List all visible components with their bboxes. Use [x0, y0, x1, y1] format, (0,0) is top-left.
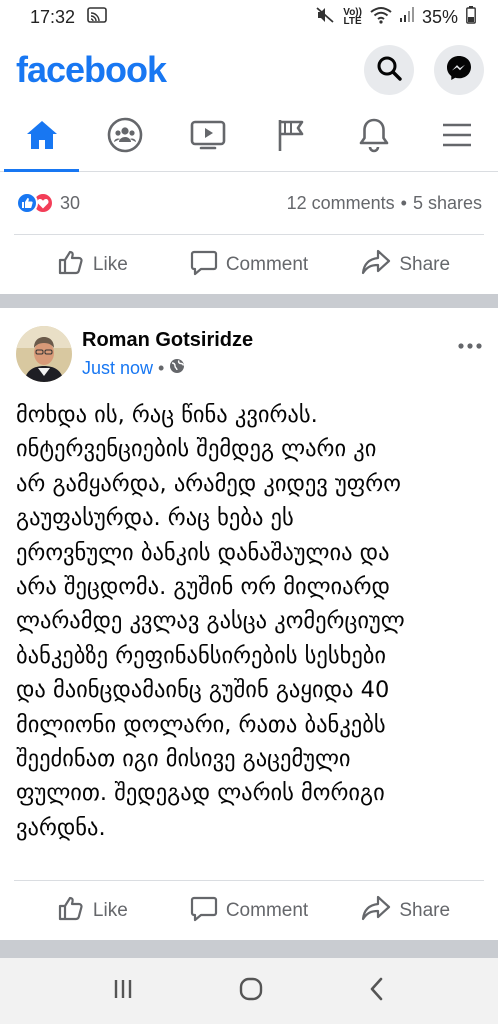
signal-icon [399, 6, 414, 28]
more-dots-icon [458, 329, 482, 354]
main-nav [0, 104, 498, 172]
home-icon [25, 119, 59, 156]
reactions-summary: 30 12 comments • 5 shares [0, 178, 498, 228]
feed-divider [0, 294, 498, 308]
share-label: Share [399, 253, 451, 275]
flag-icon [276, 118, 306, 157]
like-button[interactable]: Like [14, 248, 171, 282]
recents-icon [111, 979, 135, 1005]
search-button[interactable] [364, 45, 414, 95]
share-icon [361, 248, 391, 282]
battery-icon [466, 5, 476, 29]
post-action-bar: Like Comment Share [14, 880, 484, 940]
facebook-logo[interactable]: facebook [16, 49, 167, 91]
prev-post-action-bar: Like Comment Share [14, 234, 484, 294]
feed-divider [0, 940, 498, 958]
video-icon [190, 119, 226, 156]
tab-menu[interactable] [415, 104, 498, 171]
like-label: Like [92, 899, 128, 921]
comment-button[interactable]: Comment [171, 894, 328, 928]
like-button[interactable]: Like [14, 894, 171, 928]
messenger-button[interactable] [434, 45, 484, 95]
comment-icon [190, 248, 218, 282]
globe-icon [169, 358, 185, 379]
search-icon [376, 55, 402, 86]
volte-indicator: Vo)) LTE [343, 8, 362, 27]
comment-label: Comment [225, 899, 309, 921]
like-label: Like [92, 253, 128, 275]
mute-icon [315, 6, 335, 29]
post-text: მოხდა ის, რაც წინა კვირას. ინტერვენციები… [16, 402, 405, 841]
post-timestamp[interactable]: Just now [82, 358, 153, 379]
home-circle-icon [238, 977, 264, 1006]
system-nav-bar [0, 958, 498, 1024]
post-options-button[interactable] [458, 329, 482, 355]
comment-icon [190, 894, 218, 928]
comment-label: Comment [225, 253, 309, 275]
share-button[interactable]: Share [327, 894, 484, 928]
home-nav-button[interactable] [238, 976, 264, 1007]
tab-notifications[interactable] [332, 104, 415, 171]
back-button[interactable] [367, 976, 387, 1007]
share-label: Share [399, 899, 451, 921]
reaction-count: 30 [60, 192, 81, 213]
bell-icon [358, 117, 390, 158]
count-separator: • [400, 192, 407, 213]
hamburger-icon [441, 121, 473, 154]
wifi-icon [370, 6, 392, 29]
tab-pages[interactable] [249, 104, 332, 171]
comment-button[interactable]: Comment [171, 248, 328, 282]
comments-count[interactable]: 12 comments [287, 193, 395, 214]
author-avatar[interactable] [16, 326, 72, 382]
like-reaction-icon [16, 192, 38, 214]
tab-groups[interactable] [83, 104, 166, 171]
app-header: facebook [0, 40, 498, 100]
reaction-count-group[interactable]: 30 [16, 192, 80, 214]
meta-separator: • [158, 358, 165, 378]
tab-watch[interactable] [166, 104, 249, 171]
tab-home[interactable] [0, 104, 83, 172]
messenger-icon [445, 54, 473, 87]
share-button[interactable]: Share [327, 248, 484, 282]
author-name[interactable]: Roman Gotsiridze [82, 329, 458, 352]
thumbs-up-icon [57, 894, 85, 928]
battery-level: 35% [421, 6, 458, 27]
shares-count[interactable]: 5 shares [413, 193, 482, 214]
back-chevron-icon [367, 977, 387, 1006]
status-time: 17:32 [30, 6, 76, 27]
post-header: Roman Gotsiridze Just now • [16, 322, 482, 386]
thumbs-up-icon [57, 248, 85, 282]
cast-icon [87, 6, 107, 28]
lte-label: LTE [343, 16, 362, 27]
status-bar: 17:32 Vo)) LTE 35% [0, 0, 498, 34]
share-icon [361, 894, 391, 928]
recents-button[interactable] [111, 977, 135, 1006]
groups-icon [107, 117, 143, 158]
